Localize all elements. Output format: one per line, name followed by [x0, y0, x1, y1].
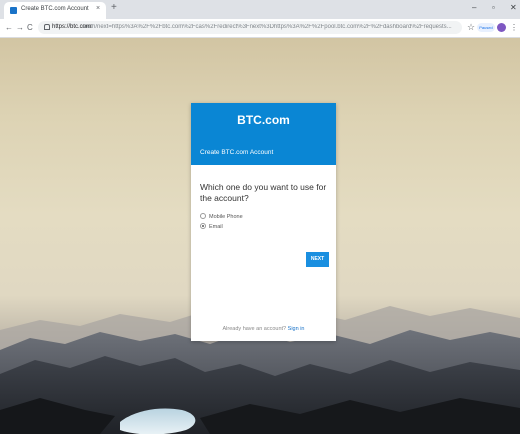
avatar[interactable]: [497, 23, 506, 32]
option-label: Email: [209, 224, 223, 230]
close-window-icon[interactable]: ✕: [510, 3, 517, 12]
address-bar[interactable]: https://btc.com /auth/next=https%3A%2F%2…: [38, 21, 462, 34]
new-tab-icon[interactable]: +: [111, 3, 117, 13]
url-path: /auth/next=https%3A%2F%2Fbtc.com%2Fcas%2…: [82, 24, 452, 30]
minimize-icon[interactable]: –: [472, 3, 476, 12]
lock-icon: [44, 24, 50, 30]
brand-logo: BTC.com: [237, 113, 290, 127]
tab-title: Create BTC.com Account: [21, 6, 89, 12]
browser-tab[interactable]: Create BTC.com Account ×: [4, 2, 106, 19]
signin-prompt: Already have an account? Sign in: [191, 326, 336, 332]
bookmark-star-icon[interactable]: ☆: [467, 22, 475, 32]
next-button[interactable]: NEXT: [306, 252, 329, 267]
option-mobile-phone[interactable]: Mobile Phone: [200, 213, 243, 220]
restore-icon[interactable]: ▫: [492, 3, 495, 12]
email-radio[interactable]: [200, 223, 206, 229]
menu-icon[interactable]: ⋮: [510, 23, 518, 32]
tab-strip: Create BTC.com Account × + – ▫ ✕: [0, 0, 520, 19]
account-type-question: Which one do you want to use for the acc…: [200, 182, 327, 203]
favicon-icon: [10, 7, 17, 14]
reload-icon[interactable]: C: [27, 23, 33, 32]
card-subtitle: Create BTC.com Account: [200, 149, 274, 156]
sign-in-link[interactable]: Sign in: [288, 326, 305, 332]
mobile-phone-radio[interactable]: [200, 213, 206, 219]
browser-toolbar: ← → C https://btc.com /auth/next=https%3…: [0, 19, 520, 38]
page-content: BTC.com Create BTC.com Account Which one…: [0, 38, 520, 434]
signup-card: BTC.com Create BTC.com Account Which one…: [191, 103, 336, 341]
forward-icon[interactable]: →: [16, 23, 24, 32]
card-header: BTC.com Create BTC.com Account: [191, 103, 336, 165]
footer-text: Already have an account?: [222, 326, 287, 332]
close-tab-icon[interactable]: ×: [96, 5, 100, 12]
option-label: Mobile Phone: [209, 214, 243, 220]
profile-status-chip[interactable]: Paused: [477, 23, 495, 32]
option-email[interactable]: Email: [200, 223, 223, 230]
back-icon[interactable]: ←: [5, 23, 13, 32]
